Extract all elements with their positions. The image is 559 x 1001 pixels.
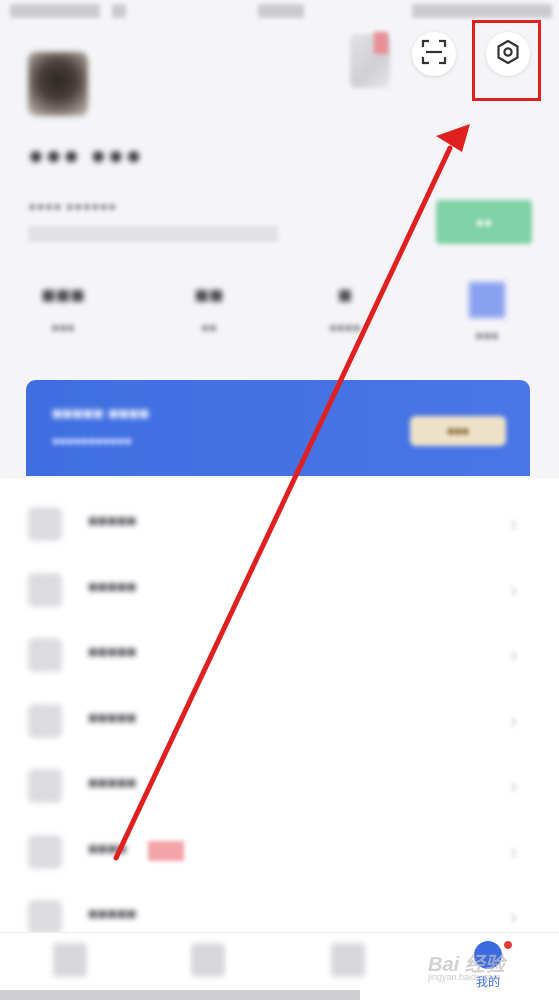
annotation-arrow <box>113 124 470 861</box>
